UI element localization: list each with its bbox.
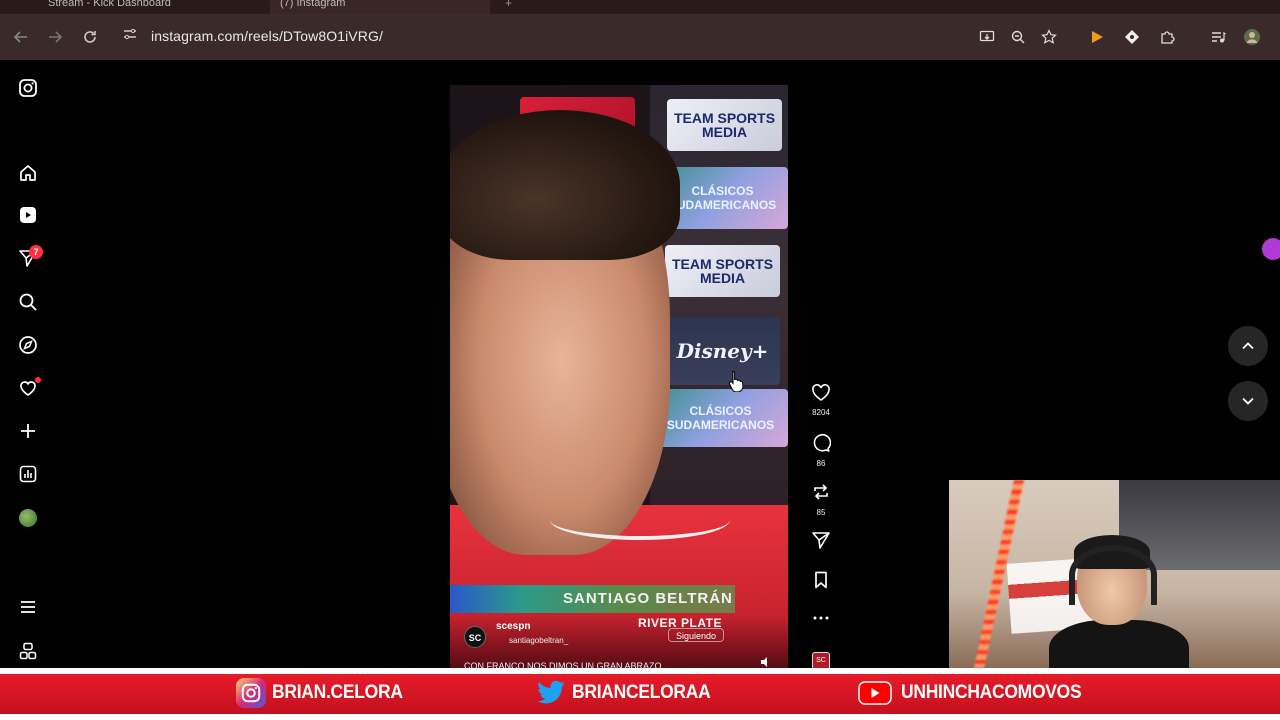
player-collar — [550, 500, 730, 540]
bookmark-icon[interactable] — [811, 570, 831, 590]
youtube-logo-icon — [855, 678, 895, 708]
more-options-action[interactable] — [800, 608, 842, 633]
site-settings-icon[interactable] — [120, 27, 140, 47]
extension-play-icon[interactable] — [1083, 14, 1111, 60]
repost-count: 85 — [816, 508, 826, 517]
more-menu-icon[interactable] — [14, 593, 42, 621]
twitter-handle: BRIANCELORAA — [572, 682, 711, 703]
tab-instagram[interactable]: (7) Instagram — [270, 0, 490, 14]
search-icon[interactable] — [14, 288, 42, 316]
youtube-handle: UNHINCHACOMOVOS — [901, 682, 1082, 703]
screen: Stream - Kick Dashboard (7) Instagram + … — [0, 0, 1280, 720]
browser-tab-strip: Stream - Kick Dashboard (7) Instagram + — [0, 0, 1280, 14]
chevron-up-icon — [1242, 342, 1254, 350]
send-icon[interactable] — [811, 530, 831, 550]
player-name: SANTIAGO BELTRÁN — [563, 590, 733, 607]
sponsor-team-sports-media: TEAM SPORTS MEDIA — [667, 99, 782, 151]
next-reel-button[interactable] — [1228, 381, 1268, 421]
tab-label: Stream - Kick Dashboard — [48, 0, 171, 9]
streamer-webcam — [949, 480, 1280, 668]
reload-icon[interactable] — [76, 14, 104, 60]
url-text[interactable]: instagram.com/reels/DTow8O1iVRG/ — [151, 28, 383, 44]
twitter-bird-icon — [536, 678, 566, 708]
save-action[interactable] — [800, 570, 842, 595]
floating-extension-icon[interactable] — [1262, 238, 1280, 260]
collaborator-name[interactable]: santiagobeltran_ — [509, 636, 568, 645]
new-tab-icon[interactable]: + — [505, 0, 512, 10]
also-from-meta-icon[interactable] — [14, 637, 42, 665]
sponsor-team-sports-media: TEAM SPORTS MEDIA — [665, 245, 780, 297]
instagram-handle: BRIAN.CELORA — [272, 682, 403, 703]
install-app-icon[interactable] — [973, 14, 1001, 60]
extensions-puzzle-icon[interactable] — [1153, 14, 1181, 60]
repost-action[interactable]: 85 — [800, 482, 842, 517]
streamer-headset — [1069, 545, 1157, 605]
sponsor-clasicos: CLÁSICOS SUDAMERICANOS — [653, 389, 788, 447]
account-avatar[interactable]: SC — [464, 626, 486, 648]
sponsor-label: TEAM SPORTS MEDIA — [673, 110, 776, 140]
comment-count: 86 — [816, 459, 826, 468]
media-control-icon[interactable] — [1204, 14, 1232, 60]
more-dots-icon[interactable] — [811, 608, 831, 628]
profile-avatar[interactable] — [19, 509, 37, 527]
player-hair — [450, 110, 680, 260]
sponsor-label: CLÁSICOS SUDAMERICANOS — [666, 404, 775, 432]
instagram-logo-icon — [236, 678, 266, 708]
previous-reel-button[interactable] — [1228, 326, 1268, 366]
notifications-dot — [35, 377, 41, 383]
streamer — [1049, 535, 1189, 668]
mouse-cursor-icon — [728, 370, 744, 397]
like-count: 8204 — [812, 408, 830, 417]
share-action[interactable] — [800, 530, 842, 555]
back-icon[interactable] — [7, 14, 35, 60]
instagram-handle-block: BRIAN.CELORA — [236, 676, 414, 710]
chevron-down-icon — [1242, 397, 1254, 405]
zoom-icon[interactable] — [1004, 14, 1032, 60]
repost-icon[interactable] — [811, 482, 831, 502]
sponsor-label: TEAM SPORTS MEDIA — [671, 256, 774, 286]
tab-kick-dashboard[interactable]: Stream - Kick Dashboard — [48, 0, 258, 14]
home-icon[interactable] — [14, 159, 42, 187]
bookmark-star-icon[interactable] — [1035, 14, 1063, 60]
reel-actions: 8204 86 85 — [800, 380, 842, 670]
create-icon[interactable] — [14, 417, 42, 445]
account-name[interactable]: scespn — [496, 621, 530, 632]
heart-icon[interactable] — [811, 384, 831, 402]
profile-icon[interactable] — [1238, 14, 1266, 60]
sponsor-label: Disney+ — [676, 339, 769, 363]
forward-icon[interactable] — [41, 14, 69, 60]
dashboard-icon[interactable] — [14, 460, 42, 488]
sponsor-disney-plus: Disney+ — [665, 317, 780, 385]
following-button[interactable]: Siguiendo — [668, 628, 724, 642]
tab-label: (7) Instagram — [280, 0, 346, 9]
extension-diamond-icon[interactable] — [1118, 14, 1146, 60]
instagram-logo-icon[interactable] — [14, 74, 42, 102]
like-action[interactable]: 8204 — [800, 384, 842, 417]
twitter-handle-block: BRIANCELORAA — [536, 676, 723, 710]
messages-badge: 7 — [29, 245, 43, 259]
explore-icon[interactable] — [14, 331, 42, 359]
reels-icon[interactable] — [14, 201, 42, 229]
comment-action[interactable]: 86 — [800, 433, 842, 468]
streamer-body — [1049, 620, 1189, 668]
instagram-sidebar — [0, 60, 56, 670]
comment-icon[interactable] — [811, 433, 832, 453]
youtube-handle-block: UNHINCHACOMOVOS — [855, 676, 1097, 710]
